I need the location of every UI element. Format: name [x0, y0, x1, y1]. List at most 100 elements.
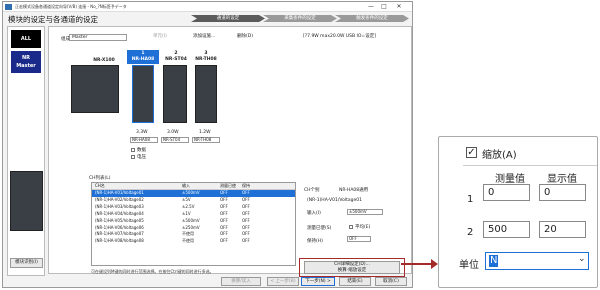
step-trigger-settings: 触发条件的设定: [335, 15, 409, 22]
table-cell: OFF: [242, 203, 250, 209]
device-thumbnail: [10, 171, 43, 231]
module-name-ha08: NR-HA08: [131, 57, 155, 62]
app-icon: [5, 4, 12, 10]
table-cell: (NR-1)HA-V08/Voltage08: [95, 238, 144, 244]
col-hold: 保持: [242, 183, 250, 188]
unit-select[interactable]: N ⌄: [485, 252, 589, 270]
table-cell: ±5V: [182, 196, 191, 202]
next-button[interactable]: 下一步(N) >: [301, 277, 335, 286]
extra-button[interactable]: 换算/读入: [221, 277, 261, 286]
step-channel-settings: 通道的设定: [191, 15, 265, 22]
module-power-th08: 1.2W: [199, 130, 211, 135]
display-value-2-input[interactable]: 20: [539, 221, 586, 238]
voltage-checkbox[interactable]: [131, 155, 135, 159]
all-button[interactable]: ALL: [11, 30, 41, 48]
table-row[interactable]: (NR-1)HA-V01/Voltage01 ±500mV OFF OFF: [92, 190, 295, 197]
module-power-st04: 3.0W: [167, 130, 179, 135]
module-image-th08[interactable]: [195, 65, 217, 123]
table-cell: (NR-1)HA-V05/Voltage05: [95, 217, 144, 223]
window-title: 正宏模式设备各通道设定向导(V/B) 连接 - No_?N标签予データ: [15, 4, 127, 9]
measure-label: 测量已使(S): [307, 226, 332, 231]
table-cell: ±500mV: [182, 190, 200, 195]
table-cell: 不使用: [182, 238, 194, 244]
measured-value-header: 测量值: [495, 174, 525, 185]
col-input: 输入: [182, 183, 190, 188]
table-row[interactable]: (NR-1)HA-V02/Voltage02 ±5V OFF OFF: [92, 197, 295, 204]
master-label: Master: [16, 63, 36, 69]
table-cell: (NR-1)HA-V07/Voltage07: [95, 231, 144, 237]
table-row[interactable]: (NR-1)HA-V04/Voltage04 ±1V OFF OFF: [92, 211, 295, 218]
input-range-select[interactable]: ±500mV: [347, 209, 383, 215]
table-cell: OFF: [220, 224, 228, 230]
average-checkbox[interactable]: [349, 225, 353, 229]
table-cell: (NR-1)HA-V02/Voltage02: [95, 196, 144, 202]
module-name-st04: NR-ST04: [165, 57, 187, 62]
ch-individual-label: CH个别: [304, 188, 320, 193]
channel-table: CH名 输入 测量已使 保持 (NR-1)HA-V01/Voltage01 ±50…: [91, 182, 296, 266]
table-row[interactable]: (NR-1)HA-V05/Voltage05 ±500mV OFF OFF: [92, 218, 295, 225]
callout-arrow-icon: [431, 259, 438, 269]
title-bar: 正宏模式设备各通道设定向导(V/B) 连接 - No_?N标签予データ — □ …: [3, 2, 412, 12]
cancel-button[interactable]: 取消(C): [375, 277, 407, 286]
module-import-button[interactable]: 模块识别(I): [10, 258, 43, 268]
finish-button[interactable]: 结束(E): [339, 277, 371, 286]
callout-arrow-line: [401, 263, 433, 265]
unit-value: N: [489, 255, 499, 267]
unit-label: 单位: [459, 260, 479, 271]
page-title: 模块的设定与各通道的设定: [8, 15, 98, 24]
module-name-th08: NR-TH08: [195, 57, 217, 62]
table-cell: OFF: [242, 190, 250, 195]
table-cell: OFF: [242, 238, 250, 244]
row-2-label: 2: [467, 227, 474, 238]
ch-detail-settings-button[interactable]: CH详细设定(D)... 换算·缩放设定: [304, 261, 400, 274]
module-select-th08[interactable]: NR-TH08: [192, 137, 220, 143]
input-label: 输入(I): [307, 211, 321, 216]
table-cell: OFF: [220, 196, 228, 202]
average-label: 平均(E): [355, 225, 371, 230]
table-cell: OFF: [242, 196, 250, 202]
table-row[interactable]: (NR-1)HA-V08/Voltage08 不使用 OFF OFF: [92, 238, 295, 245]
module-power-ha08: 3.3W: [136, 130, 148, 135]
maximize-button[interactable]: □: [378, 2, 390, 11]
table-cell: OFF: [220, 210, 228, 216]
table-cell: OFF: [220, 203, 228, 209]
table-cell: OFF: [220, 190, 228, 195]
table-cell: (NR-1)HA-V03/Voltage03: [95, 203, 144, 209]
measured-value-2-input[interactable]: 500: [483, 221, 530, 238]
table-cell: OFF: [242, 217, 250, 223]
display-value-1-input[interactable]: 0: [539, 184, 586, 201]
data-checkbox[interactable]: [131, 148, 135, 152]
data-check-label: 数据: [137, 148, 146, 153]
module-header-ha08[interactable]: 1 NR-HA08: [127, 50, 159, 64]
group-name-input[interactable]: Master: [69, 34, 127, 41]
chevron-down-icon: ⌄: [578, 254, 586, 264]
table-cell: (NR-1)HA-V01/Voltage01: [95, 190, 144, 195]
hold-select[interactable]: OFF: [347, 236, 371, 242]
table-cell: (NR-1)HA-V04/Voltage04: [95, 210, 144, 216]
prev-button[interactable]: < 上一步(B): [267, 277, 299, 286]
scaling-checkbox[interactable]: ✓: [466, 147, 477, 158]
add-module-button[interactable]: 添加设施...: [193, 33, 215, 41]
module-button[interactable]: 单元(I): [153, 33, 167, 41]
module-image-st04[interactable]: [163, 65, 187, 123]
module-number-3: 3: [204, 51, 208, 56]
measured-value-1-input[interactable]: 0: [483, 184, 530, 201]
nr-master-button[interactable]: NR Master: [11, 51, 41, 73]
left-panel: ALL NR Master 模块识别(I): [7, 26, 45, 276]
ch-detail-line2: 换算·缩放设定: [337, 267, 367, 273]
minimize-button[interactable]: —: [365, 2, 377, 11]
module-select-st04[interactable]: NR-ST04: [161, 137, 189, 143]
delete-module-button[interactable]: 删除(D): [237, 33, 253, 41]
nr-label: NR: [21, 55, 31, 61]
module-name-x100: NR-X100: [93, 58, 115, 63]
table-cell: ±1V: [182, 210, 191, 216]
power-info: [?7.9W max20.0W USB IO=设定]: [303, 34, 376, 39]
table-cell: ±2.5V: [182, 203, 195, 209]
close-button[interactable]: ✕: [393, 2, 405, 11]
table-row[interactable]: (NR-1)HA-V03/Voltage03 ±2.5V OFF OFF: [92, 204, 295, 211]
module-image-ha08[interactable]: [132, 65, 154, 123]
module-select-ha08[interactable]: NR-HA08: [130, 137, 158, 143]
table-cell: OFF: [242, 224, 250, 230]
module-image-x100[interactable]: [71, 65, 119, 113]
scaling-detail-panel: ✓ 缩放(A) 测量值 显示值 1 2 0 0 500 20 单位 N ⌄: [438, 136, 598, 288]
